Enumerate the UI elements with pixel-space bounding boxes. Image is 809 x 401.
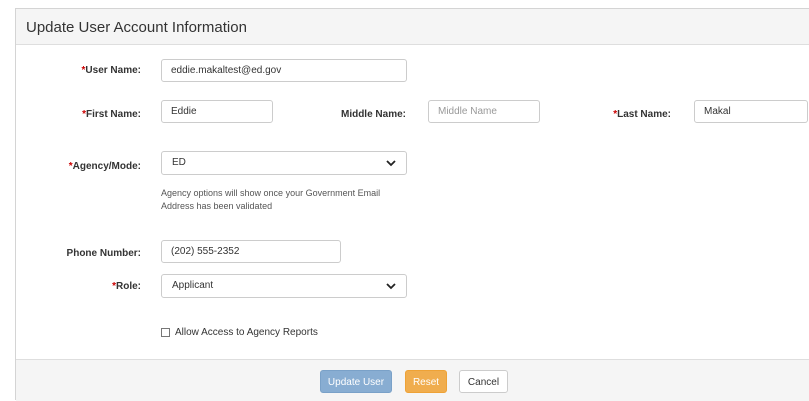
middle-name-input[interactable] [428, 100, 540, 123]
chevron-down-icon [386, 283, 396, 290]
panel-header: Update User Account Information [16, 9, 809, 45]
user-name-label: *User Name: [81, 65, 142, 76]
role-value: Applicant [172, 280, 214, 291]
last-name-label: *Last Name: [613, 109, 671, 120]
chevron-down-icon [386, 160, 396, 167]
update-user-button[interactable]: Update User [320, 370, 392, 393]
agency-mode-value: ED [172, 157, 186, 168]
phone-number-label: Phone Number: [66, 248, 141, 259]
page-title: Update User Account Information [26, 19, 247, 36]
user-name-input[interactable] [161, 59, 407, 82]
last-name-input[interactable] [694, 100, 808, 123]
middle-name-label: Middle Name: [340, 109, 406, 120]
agency-reports-checkbox[interactable] [161, 328, 170, 337]
form-footer: Update User Reset Cancel [16, 359, 809, 401]
agency-mode-select[interactable]: ED [161, 151, 407, 175]
agency-help-text: Agency options will show once your Gover… [161, 188, 381, 211]
agency-mode-label: *Agency/Mode: [68, 161, 141, 172]
first-name-input[interactable] [161, 100, 273, 123]
first-name-label: *First Name: [82, 109, 141, 120]
update-user-panel: Update User Account Information *User Na… [15, 8, 809, 401]
role-select[interactable]: Applicant [161, 274, 407, 298]
phone-number-input[interactable] [161, 240, 341, 263]
role-label: *Role: [112, 281, 141, 292]
cancel-button[interactable]: Cancel [459, 370, 508, 393]
agency-reports-label[interactable]: Allow Access to Agency Reports [175, 327, 318, 338]
reset-button[interactable]: Reset [405, 370, 447, 393]
